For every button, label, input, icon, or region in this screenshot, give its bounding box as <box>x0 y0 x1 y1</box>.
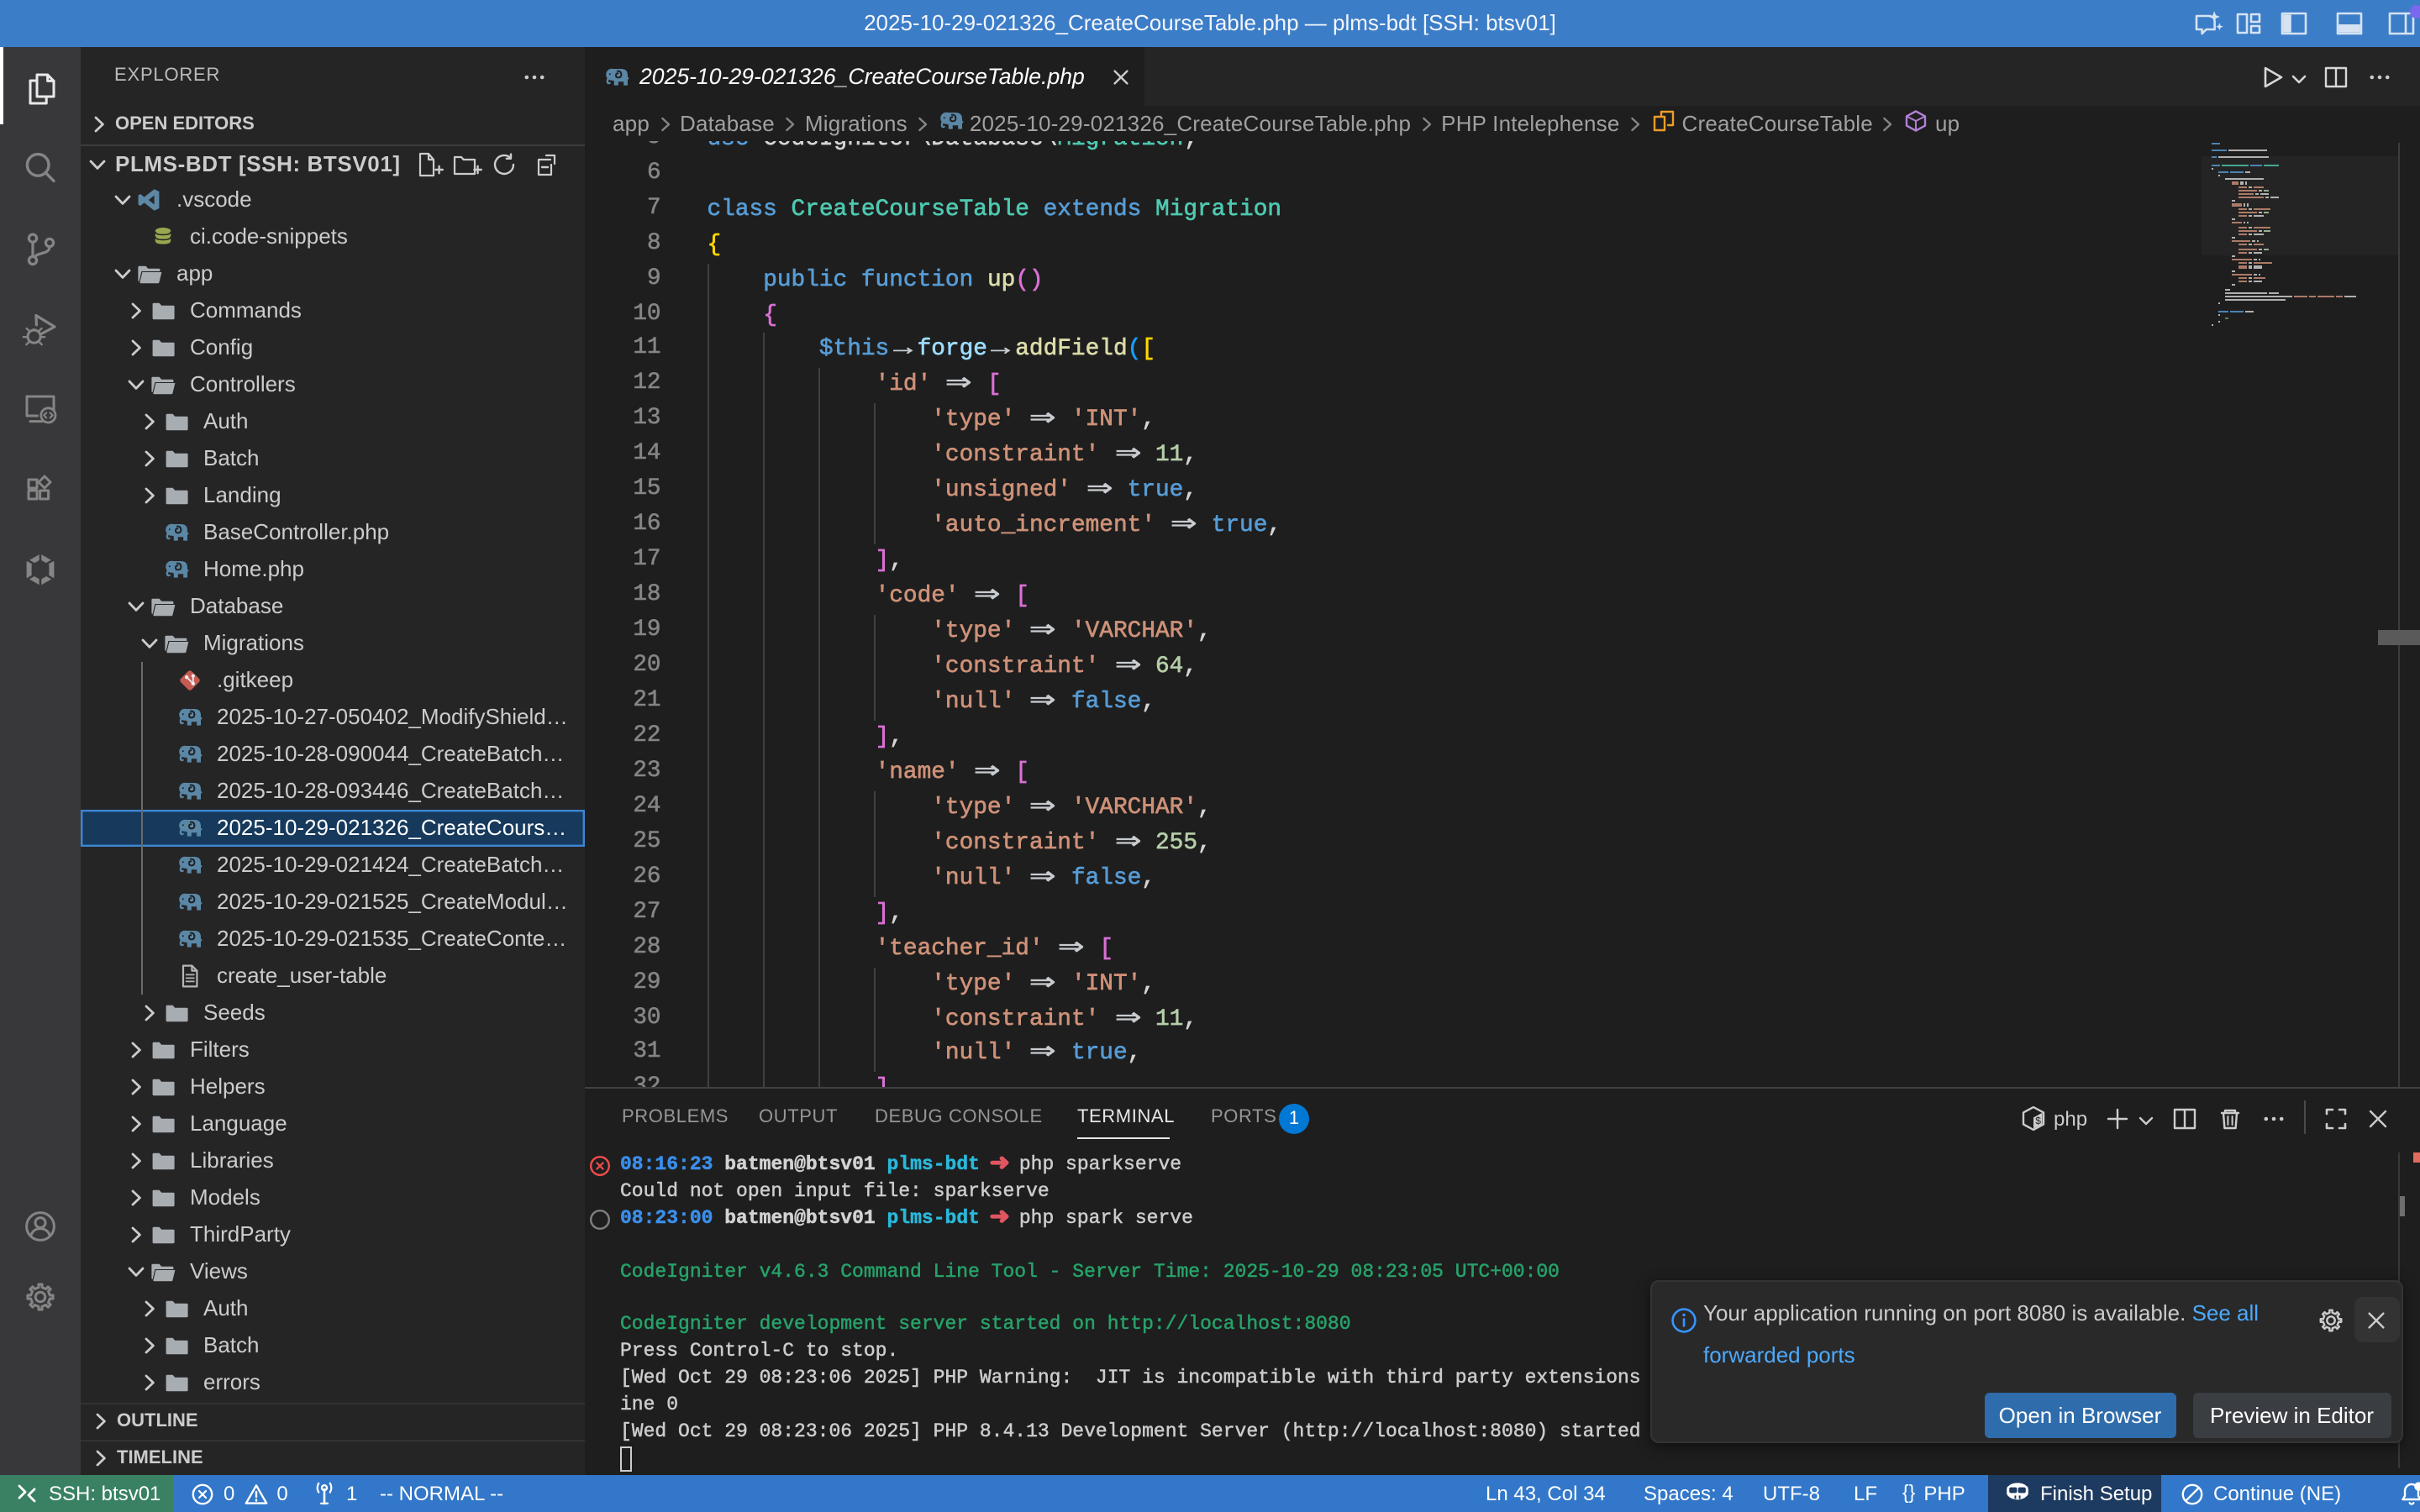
svg-text:$: $ <box>2035 1115 2041 1126</box>
